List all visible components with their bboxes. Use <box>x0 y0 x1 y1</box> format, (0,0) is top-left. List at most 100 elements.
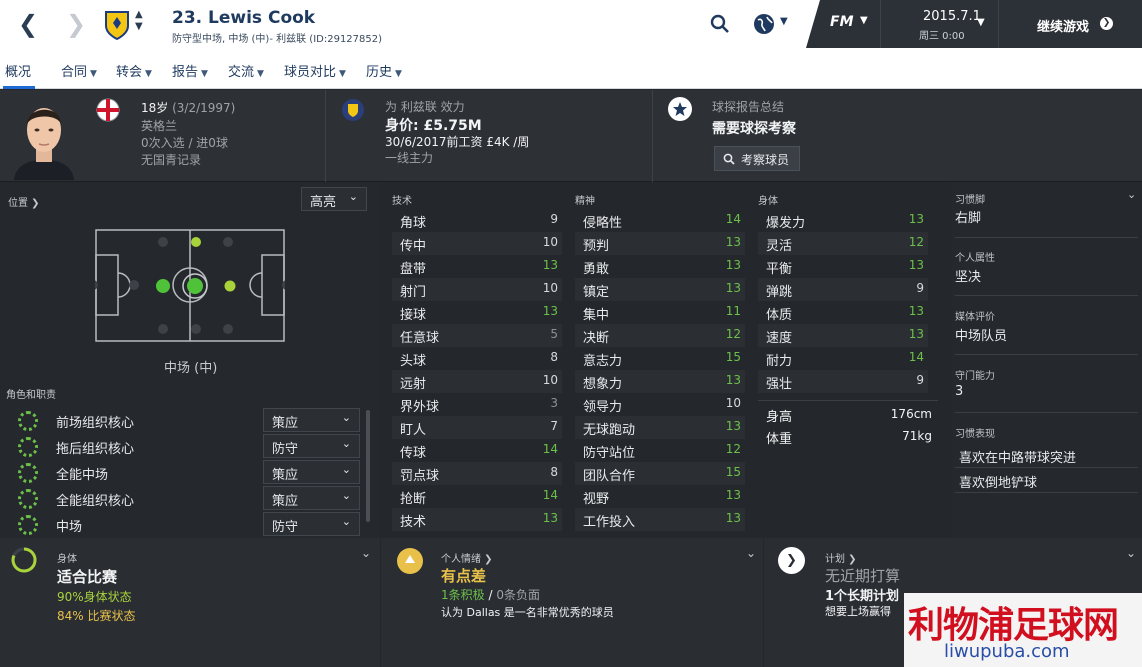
role-row[interactable]: 拖后组织核心 防守 ⌄ <box>8 434 360 459</box>
player-switch-icon[interactable]: ▲ ▼ <box>135 9 143 33</box>
attribute-row: 视野 13 <box>575 485 745 508</box>
role-row[interactable]: 中场 防守 ⌄ <box>8 512 360 536</box>
attribute-name: 弹跳 <box>766 285 793 300</box>
chevron-down-icon[interactable]: ⌄ <box>1127 188 1136 201</box>
globe-chevron-down-icon[interactable]: ▼ <box>780 16 788 27</box>
tab-overview[interactable]: 概况 <box>5 61 31 80</box>
play-icon: ❯ <box>1100 17 1113 30</box>
chevron-down-icon: ▼ <box>145 69 152 79</box>
attribute-name: 盘带 <box>400 262 427 277</box>
scout-player-button[interactable]: 考察球员 <box>714 146 800 171</box>
duty-dropdown[interactable]: 策应 ⌄ <box>263 408 360 432</box>
chevron-down-icon: ⌄ <box>348 190 358 203</box>
technical-title: 技术 <box>392 196 412 207</box>
tab-contract[interactable]: 合同 ▼ <box>61 61 97 80</box>
media-description: 中场队员 <box>955 329 1008 344</box>
player-value: 身价: £5.75M <box>385 118 482 134</box>
chevron-down-icon[interactable]: ⌄ <box>361 546 371 560</box>
attribute-name: 头球 <box>400 354 427 369</box>
attribute-value: 14 <box>908 350 924 364</box>
attribute-value: 15 <box>725 465 741 479</box>
attribute-value: 3 <box>550 396 558 410</box>
attribute-value: 13 <box>725 235 741 249</box>
youth-record: 无国青记录 <box>141 153 202 167</box>
search-icon <box>723 153 735 165</box>
pitch-diagram <box>95 229 285 342</box>
duty-dropdown[interactable]: 策应 ⌄ <box>263 460 360 484</box>
attribute-row: 爆发力 13 <box>758 209 928 232</box>
tab-transfer[interactable]: 转会 ▼ <box>116 61 152 80</box>
attribute-value: 10 <box>542 373 558 387</box>
roles-scrollbar[interactable] <box>366 410 370 522</box>
attribute-row: 射门 10 <box>392 278 562 301</box>
height-label: 身高 <box>766 410 793 425</box>
traits-label: 习惯表现 <box>955 429 995 440</box>
personality: 坚决 <box>955 270 982 285</box>
goalkeeping-value: 3 <box>955 384 964 399</box>
chevron-down-icon[interactable]: ⌄ <box>746 546 756 560</box>
chevron-down-icon: ⌄ <box>341 437 351 450</box>
active-tab-indicator <box>3 86 35 89</box>
nationality: 英格兰 <box>141 119 178 133</box>
plans-title[interactable]: 计划 ❯ <box>825 550 857 565</box>
tab-interaction[interactable]: 交流 ▼ <box>228 61 264 80</box>
attribute-name: 镇定 <box>583 285 610 300</box>
player-age-line: 18岁 (3/2/1997) <box>141 101 236 115</box>
role-row[interactable]: 前场组织核心 策应 ⌄ <box>8 408 360 433</box>
date-button[interactable]: 2015.7.1 周三 0:00 ▼ <box>880 0 998 48</box>
attribute-row: 体质 13 <box>758 301 928 324</box>
duty-dropdown[interactable]: 策应 ⌄ <box>263 486 360 510</box>
top-bar: ❮ ❯ ▲ ▼ 23. Lewis Cook 防守型中场, 中场 (中)- 利兹联… <box>0 0 1142 48</box>
attribute-row: 技术 13 <box>392 508 562 531</box>
club-crest-icon <box>105 11 129 40</box>
attribute-row: 领导力 10 <box>575 393 745 416</box>
plans-arrow-icon[interactable]: ❯ <box>778 547 805 574</box>
chevron-down-icon[interactable]: ⌄ <box>1126 546 1136 560</box>
attribute-name: 侵略性 <box>583 216 623 231</box>
trait-item: 喜欢在中路带球突进 <box>959 451 1077 466</box>
attribute-name: 任意球 <box>400 331 440 346</box>
continue-label: 继续游戏 <box>1037 20 1090 35</box>
plans-value: 无近期打算 <box>825 567 901 585</box>
watermark-url: liwupuba.com <box>944 641 1070 662</box>
attribute-value: 13 <box>725 258 741 272</box>
height-value: 176cm <box>890 407 932 421</box>
back-arrow-icon[interactable]: ❮ <box>18 10 38 38</box>
duty-dropdown[interactable]: 防守 ⌄ <box>263 512 360 536</box>
attribute-row: 弹跳 9 <box>758 278 928 301</box>
morale-title[interactable]: 个人情绪 ❯ <box>441 550 493 565</box>
role-row[interactable]: 全能组织核心 策应 ⌄ <box>8 486 360 511</box>
attribute-row: 灵活 12 <box>758 232 928 255</box>
attribute-name: 远射 <box>400 377 427 392</box>
tab-compare[interactable]: 球员对比 ▼ <box>284 61 346 80</box>
forward-arrow-icon[interactable]: ❯ <box>66 10 86 38</box>
morale-note: 认为 Dallas 是一名非常优秀的球员 <box>441 606 614 619</box>
attribute-value: 10 <box>542 281 558 295</box>
globe-icon[interactable] <box>753 13 775 35</box>
divider <box>955 295 1138 296</box>
highlight-dropdown[interactable]: 高亮 ⌄ <box>301 187 367 211</box>
tab-history[interactable]: 历史 ▼ <box>366 61 402 80</box>
duty-dropdown[interactable]: 防守 ⌄ <box>263 434 360 458</box>
position-title[interactable]: 位置 ❯ <box>8 194 40 209</box>
mental-title: 精神 <box>575 196 595 207</box>
tab-reports[interactable]: 报告 ▼ <box>172 61 208 80</box>
continue-button[interactable]: 继续游戏 ❯ <box>998 0 1142 48</box>
morale-summary: 1条积极 / 0条负面 <box>441 588 540 602</box>
attribute-row: 罚点球 8 <box>392 462 562 485</box>
attribute-name: 团队合作 <box>583 469 636 484</box>
plan-note: 想要上场赢得 <box>825 605 891 618</box>
condition-panel: 身体 ⌄ 适合比赛 90%身体状态 84% 比赛状态 <box>0 538 380 667</box>
attribute-name: 角球 <box>400 216 427 231</box>
condition-value: 适合比赛 <box>57 568 118 586</box>
attribute-value: 14 <box>542 442 558 456</box>
morale-panel: 个人情绪 ❯ ⌄ 有点差 1条积极 / 0条负面 认为 Dallas 是一名非常… <box>381 538 763 667</box>
search-icon[interactable] <box>710 14 730 34</box>
attribute-name: 罚点球 <box>400 469 440 484</box>
attribute-row: 无球跑动 13 <box>575 416 745 439</box>
attribute-name: 视野 <box>583 492 610 507</box>
role-row[interactable]: 全能中场 策应 ⌄ <box>8 460 360 485</box>
player-subtitle: 防守型中场, 中场 (中)- 利兹联 (ID:29127852) <box>172 34 383 45</box>
england-flag-icon <box>96 98 120 122</box>
fm-menu-button[interactable]: FM ▼ <box>806 0 880 48</box>
